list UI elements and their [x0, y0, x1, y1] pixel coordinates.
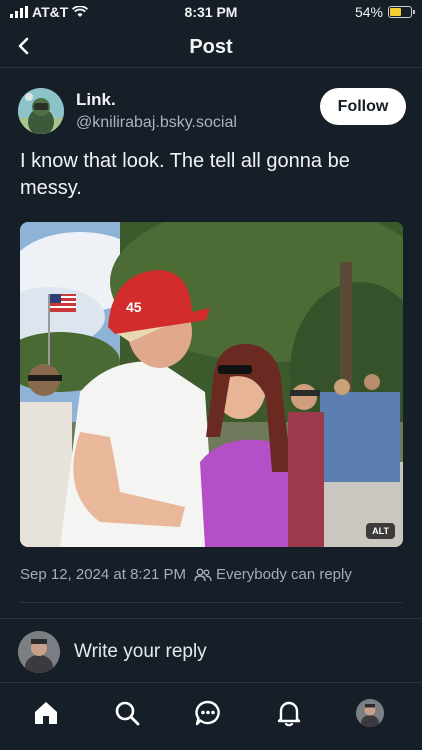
tab-profile[interactable]	[352, 695, 388, 731]
post-photo: 45	[20, 222, 403, 547]
page-title: Post	[189, 36, 233, 58]
chat-icon	[195, 700, 220, 726]
tab-home[interactable]	[28, 695, 64, 731]
current-user-avatar	[18, 631, 60, 673]
battery-icon	[388, 6, 415, 18]
current-user-avatar-image	[18, 631, 60, 673]
header: Post	[0, 28, 422, 68]
hat-number: 45	[126, 299, 142, 315]
follow-button[interactable]: Follow	[320, 88, 406, 125]
home-icon	[35, 702, 57, 724]
avatar-image	[18, 88, 64, 134]
profile-avatar-image	[356, 699, 384, 727]
post-timestamp: Sep 12, 2024 at 8:21 PM	[20, 566, 186, 583]
alt-badge[interactable]: ALT	[366, 523, 395, 539]
status-bar: AT&T 8:31 PM 54%	[0, 0, 422, 26]
author-row: Link. @knilirabaj.bsky.social Follow	[18, 86, 406, 136]
search-icon	[115, 701, 140, 726]
post-text: I know that look. The tell all gonna be …	[20, 150, 350, 199]
profile-avatar	[356, 699, 384, 727]
author-avatar[interactable]	[18, 88, 64, 134]
author-display-name[interactable]: Link.	[76, 90, 116, 110]
bell-icon	[277, 701, 301, 727]
tab-search[interactable]	[109, 695, 145, 731]
tab-chat[interactable]	[190, 695, 226, 731]
battery-percent: 54%	[354, 4, 383, 20]
post-meta: Sep 12, 2024 at 8:21 PM Everybody can re…	[20, 566, 404, 583]
battery-fill	[390, 8, 401, 16]
reply-input[interactable]: Write your reply	[74, 641, 207, 663]
post-image[interactable]: 45 ALT	[20, 222, 403, 547]
bottom-tab-bar	[0, 682, 422, 750]
reply-composer[interactable]: Write your reply	[0, 618, 422, 682]
tab-notifications[interactable]	[271, 695, 307, 731]
people-icon	[194, 568, 212, 581]
reply-setting: Everybody can reply	[215, 566, 352, 583]
author-handle[interactable]: @knilirabaj.bsky.social	[76, 114, 237, 132]
status-right: 54%	[354, 4, 415, 20]
divider	[20, 602, 402, 603]
